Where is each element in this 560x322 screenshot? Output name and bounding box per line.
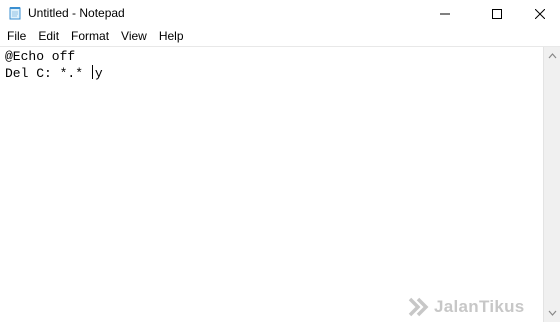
scroll-up-arrow-icon[interactable] (548, 52, 557, 60)
menu-file[interactable]: File (0, 27, 32, 46)
menu-help[interactable]: Help (153, 27, 190, 46)
window-title: Untitled - Notepad (28, 6, 125, 20)
minimize-icon (440, 13, 450, 14)
close-button[interactable] (520, 0, 560, 27)
scroll-down-arrow-icon[interactable] (548, 309, 557, 317)
minimize-button[interactable] (422, 0, 468, 27)
chevron-logo-icon (408, 297, 429, 317)
menu-edit[interactable]: Edit (32, 27, 65, 46)
menu-view[interactable]: View (115, 27, 153, 46)
notepad-window: Untitled - Notepad File Edit Format View… (0, 0, 560, 322)
maximize-icon (492, 8, 502, 19)
watermark-text: JalanTikus (434, 297, 525, 316)
menu-bar: File Edit Format View Help (0, 27, 560, 47)
vertical-scrollbar[interactable] (543, 47, 560, 322)
editor-line-2-before-caret: Del C: *.* (5, 66, 91, 81)
editor-line-2-after-caret: y (94, 66, 103, 81)
text-editor-area[interactable]: @Echo off Del C: *.* y (0, 47, 543, 322)
maximize-button[interactable] (474, 0, 520, 27)
close-icon (535, 8, 545, 19)
title-bar[interactable]: Untitled - Notepad (0, 0, 560, 27)
notepad-icon (9, 7, 21, 20)
editor-line-1: @Echo off (5, 49, 76, 64)
editor-line-2: Del C: *.* y (5, 65, 103, 82)
watermark-logo: JalanTikus (408, 296, 525, 318)
text-caret (91, 65, 93, 79)
menu-format[interactable]: Format (65, 27, 115, 46)
